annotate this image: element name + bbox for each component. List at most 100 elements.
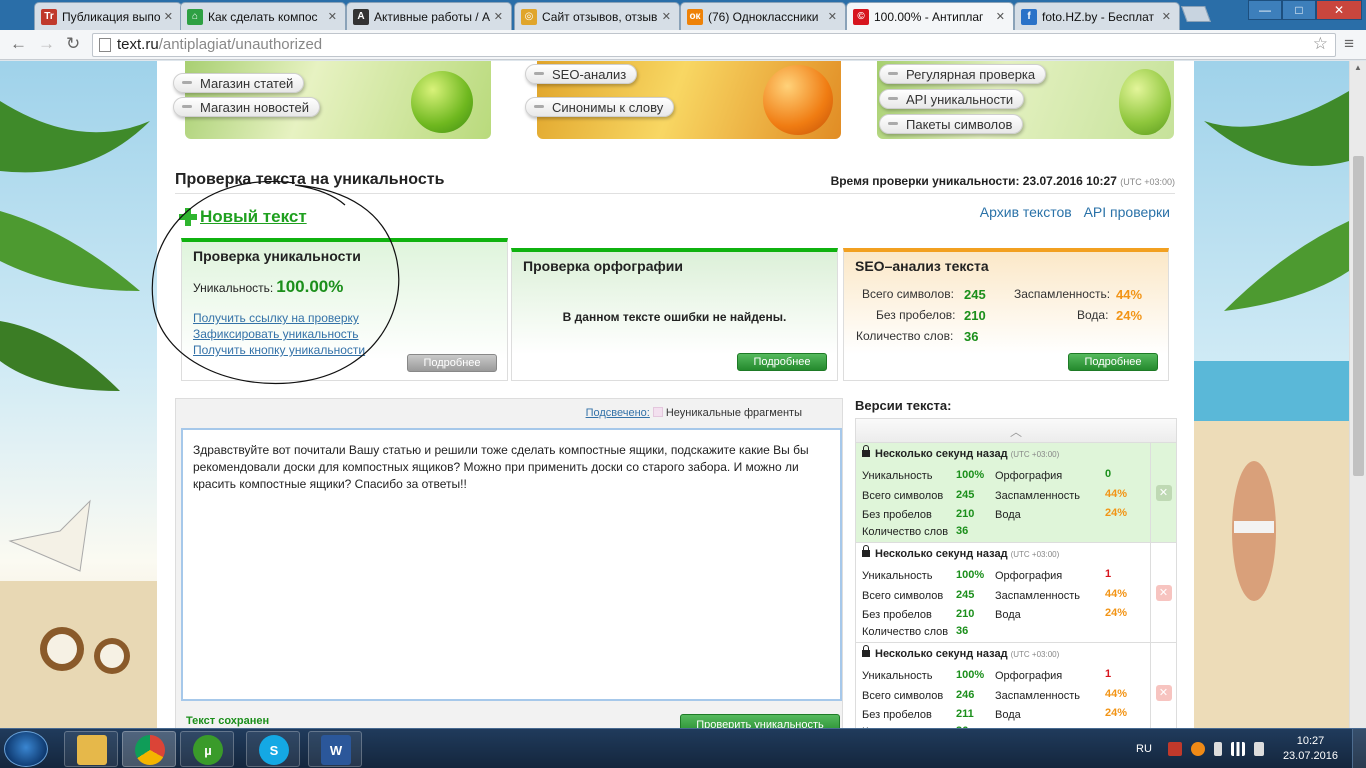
taskbar-utorrent[interactable]: µ [180, 731, 234, 767]
tab-close-icon[interactable]: ✕ [662, 10, 671, 23]
version-nospace-label: Без пробелов [862, 609, 932, 621]
tab-favicon-icon: A [353, 8, 369, 25]
tab-close-icon[interactable]: ✕ [328, 10, 337, 23]
version-uniq-value: 100% [956, 669, 985, 681]
version-delete-button[interactable]: ✕ [1150, 443, 1176, 542]
seo-words-label: Количество слов: [856, 329, 954, 343]
store-news-link[interactable]: Магазин новостей [173, 97, 320, 117]
check-time-tz: (UTC +03:00) [1120, 177, 1175, 187]
volume-icon[interactable] [1253, 742, 1264, 756]
version-water-value: 24% [1105, 507, 1128, 519]
bookmark-star-icon[interactable]: ☆ [1313, 34, 1328, 54]
tab-publication[interactable]: Tr Публикация выпол ✕ [34, 2, 182, 30]
synonyms-link[interactable]: Синонимы к слову [525, 97, 675, 117]
reload-icon[interactable]: ↻ [66, 34, 80, 54]
version-item[interactable]: Несколько секунд назад (UTC +03:00) Уника… [856, 543, 1176, 643]
scrollbar-thumb[interactable] [1353, 156, 1364, 476]
battery-icon[interactable] [1213, 742, 1222, 756]
tab-label: Публикация выпол [62, 9, 160, 24]
version-delete-button[interactable]: ✕ [1150, 643, 1176, 728]
text-editor[interactable]: Здравствуйте вот почитали Вашу статью и … [181, 428, 842, 701]
version-delete-button[interactable]: ✕ [1150, 543, 1176, 642]
versions-scroll-up-icon[interactable]: ︿ [856, 419, 1176, 443]
tab-close-icon[interactable]: ✕ [1162, 10, 1171, 23]
highlight-link[interactable]: Подсвечено: [586, 407, 650, 419]
tab-close-icon[interactable]: ✕ [996, 10, 1005, 23]
menu-icon[interactable]: ≡ [1344, 34, 1354, 54]
taskbar-word[interactable]: W [308, 731, 362, 767]
tab-foto[interactable]: f foto.HZ.by - Бесплат ✕ [1014, 2, 1180, 30]
regular-check-link[interactable]: Регулярная проверка [879, 64, 1047, 84]
tab-close-icon[interactable]: ✕ [494, 10, 503, 23]
version-spam-value: 44% [1105, 588, 1128, 600]
version-time: Несколько секунд назад [875, 648, 1008, 660]
close-icon: ✕ [1155, 684, 1172, 701]
tab-favicon-icon: ⌂ [187, 8, 203, 25]
archive-link[interactable]: Архив текстов [980, 204, 1072, 220]
version-total-value: 246 [956, 689, 975, 701]
tab-favicon-icon: Tr [41, 8, 57, 25]
language-indicator[interactable]: RU [1136, 743, 1152, 755]
version-tz: (UTC +03:00) [1010, 450, 1060, 459]
clock[interactable]: 10:27 23.07.2016 [1283, 734, 1338, 764]
tab-favicon-icon: f [1021, 8, 1037, 25]
tab-active-works[interactable]: A Активные работы / А ✕ [346, 2, 512, 30]
scroll-up-icon[interactable]: ▲ [1354, 63, 1362, 72]
taskbar-chrome[interactable] [122, 731, 176, 767]
seo-total-label: Всего символов: [862, 287, 954, 301]
version-spam-value: 44% [1105, 688, 1128, 700]
check-uniqueness-button[interactable]: Проверить уникальность [680, 714, 840, 728]
seo-details-button[interactable]: Подробнее [1068, 353, 1158, 371]
forward-arrow-icon[interactable]: → [38, 34, 55, 54]
version-time: Несколько секунд назад [875, 548, 1008, 560]
version-spell-label: Орфография [995, 670, 1063, 682]
version-spell-label: Орфография [995, 570, 1063, 582]
tab-antiplagiat[interactable]: © 100.00% - Антиплаг ✕ [846, 2, 1014, 30]
tab-close-icon[interactable]: ✕ [164, 10, 173, 23]
api-uniqueness-link[interactable]: API уникальности [879, 89, 1025, 109]
window-close-button[interactable]: ✕ [1316, 0, 1362, 20]
page-scrollbar[interactable]: ▲ [1349, 61, 1366, 728]
version-spell-value: 0 [1105, 468, 1112, 480]
lock-icon [862, 545, 870, 557]
version-total-value: 245 [956, 589, 975, 601]
show-desktop-button[interactable] [1352, 729, 1366, 768]
start-button[interactable] [4, 731, 48, 767]
version-item[interactable]: Несколько секунд назад (UTC +03:00) Уника… [856, 443, 1176, 543]
store-articles-link[interactable]: Магазин статей [173, 73, 305, 93]
maximize-button[interactable]: □ [1282, 0, 1316, 20]
tab-compost[interactable]: ⌂ Как сделать компос ✕ [180, 2, 346, 30]
window-controls: — □ ✕ [1248, 0, 1362, 20]
spelling-message: В данном тексте ошибки не найдены. [562, 310, 787, 324]
version-nospace-value: 211 [956, 708, 974, 720]
windows-taskbar: µ S W RU 10:27 23.07.2016 [0, 728, 1366, 768]
tab-odnoklassniki[interactable]: ок (76) Одноклассники ✕ [680, 2, 846, 30]
skype-icon: S [259, 735, 289, 765]
tab-close-icon[interactable]: ✕ [828, 10, 837, 23]
tab-label: Сайт отзывов, отзыв [542, 9, 658, 24]
seo-analysis-link[interactable]: SEO-анализ [525, 64, 638, 84]
new-tab-button[interactable] [1181, 6, 1211, 22]
version-total-value: 245 [956, 489, 975, 501]
version-water-value: 24% [1105, 707, 1128, 719]
network-icon[interactable] [1230, 742, 1245, 756]
antivirus-icon[interactable] [1190, 742, 1205, 756]
version-spam-label: Заспамленность [995, 490, 1080, 502]
taskbar-skype[interactable]: S [246, 731, 300, 767]
spelling-details-button[interactable]: Подробнее [737, 353, 827, 371]
version-item[interactable]: Несколько секунд назад (UTC +03:00) Уника… [856, 643, 1176, 728]
symbol-packages-link[interactable]: Пакеты символов [879, 114, 1024, 134]
url-input[interactable]: text.ru/antiplagiat/unauthorized [92, 33, 1336, 57]
tab-label: Активные работы / А [374, 9, 490, 24]
flag-icon[interactable] [1167, 742, 1182, 756]
system-tray: RU 10:27 23.07.2016 [1136, 729, 1366, 768]
taskbar-explorer[interactable] [64, 731, 118, 767]
version-nospace-label: Без пробелов [862, 709, 932, 721]
palm-left-decoration [0, 101, 157, 728]
main-page: Магазин статей Магазин новостей SEO-анал… [151, 61, 1194, 728]
minimize-button[interactable]: — [1248, 0, 1282, 20]
tab-reviews[interactable]: ◎ Сайт отзывов, отзыв ✕ [514, 2, 680, 30]
api-check-link[interactable]: API проверки [1084, 204, 1170, 220]
tab-favicon-icon: ◎ [521, 8, 537, 25]
back-arrow-icon[interactable]: ← [10, 34, 27, 54]
